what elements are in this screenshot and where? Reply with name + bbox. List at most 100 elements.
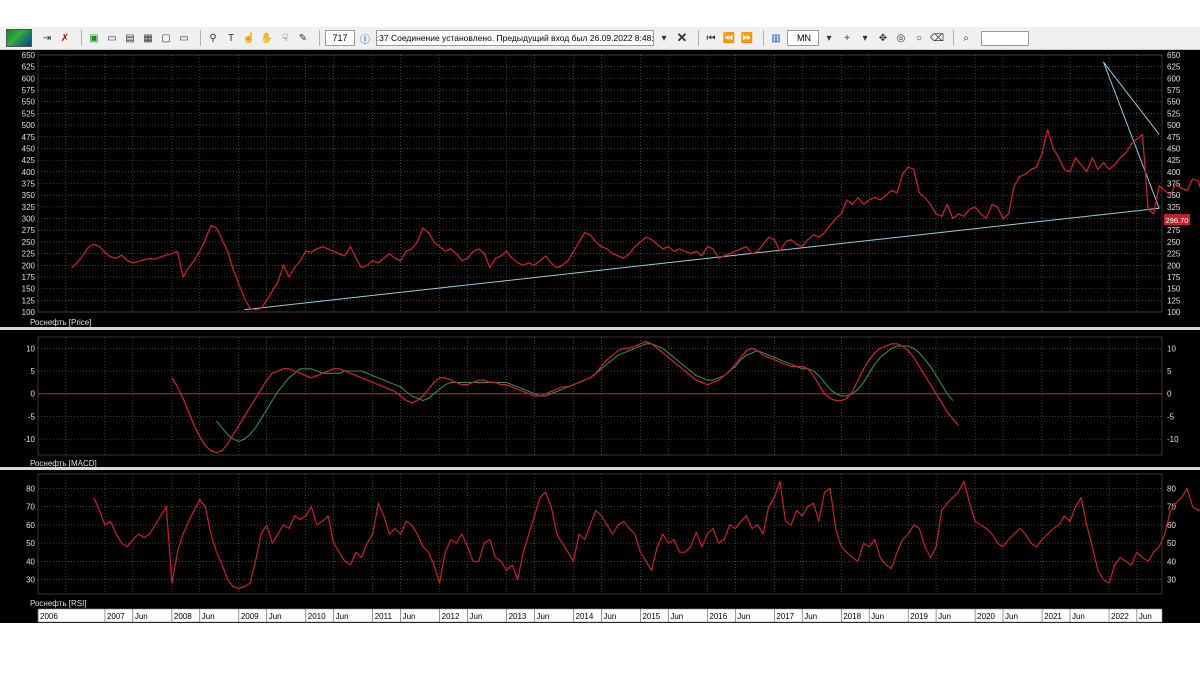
price-y-tick-right: 500: [1167, 121, 1181, 130]
price-y-tick-left: 450: [22, 144, 36, 153]
time-axis-label: 2017: [776, 612, 794, 621]
price-y-tick-right: 200: [1167, 261, 1181, 270]
macd-y-tick-right: 10: [1167, 344, 1176, 353]
macd-panel[interactable]: -10 -10 -5 -5 0 0 5 5 10 10: [23, 336, 1179, 456]
price-y-tick-left: 550: [22, 98, 36, 107]
macd-y-tick-left: 0: [31, 390, 36, 399]
time-axis-label: 2013: [509, 612, 527, 621]
price-y-tick-right: 125: [1167, 296, 1181, 305]
time-axis-label: Jun: [470, 612, 483, 621]
rsi-plot-area: [37, 473, 1163, 595]
rsi-y-tick-left: 30: [26, 575, 35, 584]
time-axis-label: Jun: [202, 612, 215, 621]
rsi-y-tick-right: 30: [1167, 575, 1176, 584]
time-axis-label: 2016: [709, 612, 727, 621]
price-y-tick-right: 100: [1167, 308, 1181, 317]
price-y-tick-right: 575: [1167, 86, 1181, 95]
time-axis-label: Jun: [737, 612, 750, 621]
time-axis-label: 2006: [40, 612, 58, 621]
price-y-tick-right: 275: [1167, 226, 1181, 235]
rsi-y-tick-right: 40: [1167, 557, 1176, 566]
price-y-tick-right: 400: [1167, 168, 1181, 177]
time-axis-label: 2011: [375, 612, 393, 621]
time-axis-label: 2008: [174, 612, 192, 621]
time-axis-label: 2009: [241, 612, 259, 621]
price-y-tick-left: 200: [22, 261, 36, 270]
rsi-y-tick-left: 40: [26, 557, 35, 566]
time-axis-label: Jun: [336, 612, 349, 621]
macd-y-tick-left: -5: [28, 412, 36, 421]
price-y-tick-left: 475: [22, 133, 36, 142]
macd-y-tick-left: 5: [31, 367, 36, 376]
time-axis-label: Jun: [1072, 612, 1085, 621]
price-y-tick-left: 650: [22, 51, 36, 60]
time-axis-label: 2021: [1044, 612, 1062, 621]
time-axis-label: Jun: [1005, 612, 1018, 621]
time-axis-label: Jun: [269, 612, 282, 621]
time-axis-label: Jun: [804, 612, 817, 621]
panel-separator: [0, 467, 1200, 470]
price-y-tick-left: 350: [22, 191, 36, 200]
price-y-tick-right: 650: [1167, 51, 1181, 60]
price-y-tick-left: 625: [22, 63, 36, 72]
price-y-tick-left: 300: [22, 215, 36, 224]
time-axis-label: Jun: [603, 612, 616, 621]
time-axis-label: Jun: [871, 612, 884, 621]
rsi-y-tick-left: 70: [26, 503, 35, 512]
rsi-y-tick-right: 60: [1167, 521, 1176, 530]
time-axis-label: 2010: [308, 612, 326, 621]
rsi-y-tick-left: 80: [26, 485, 35, 494]
macd-y-tick-right: 0: [1167, 390, 1172, 399]
price-y-tick-left: 250: [22, 238, 36, 247]
rsi-panel[interactable]: 30 3040 4050 5060 6070 7080 80: [26, 473, 1200, 595]
price-y-tick-right: 525: [1167, 109, 1181, 118]
price-y-tick-left: 175: [22, 273, 36, 282]
price-y-tick-left: 325: [22, 203, 36, 212]
price-y-tick-left: 425: [22, 156, 36, 165]
price-y-tick-left: 150: [22, 285, 36, 294]
rsi-y-tick-left: 50: [26, 539, 35, 548]
time-axis-label: 2020: [977, 612, 995, 621]
time-axis-label: 2014: [576, 612, 594, 621]
price-y-tick-left: 500: [22, 121, 36, 130]
panel-separator: [0, 327, 1200, 330]
price-y-tick-right: 350: [1167, 191, 1181, 200]
macd-y-tick-left: -10: [23, 435, 35, 444]
time-axis-label: 2015: [642, 612, 660, 621]
time-axis-label: Jun: [1139, 612, 1152, 621]
macd-plot-area: [37, 336, 1163, 456]
chart-canvas: 100 100125 125150 150175 175200 200225 225250 2…: [0, 51, 1200, 623]
rsi-y-tick-right: 80: [1167, 485, 1176, 494]
price-y-tick-left: 525: [22, 109, 36, 118]
macd-legend: Роснефть [MACD]: [30, 459, 97, 468]
price-y-tick-right: 150: [1167, 285, 1181, 294]
price-y-tick-left: 125: [22, 296, 36, 305]
price-y-tick-left: 600: [22, 74, 36, 83]
price-legend: Роснефть [Price]: [30, 318, 91, 327]
price-y-tick-left: 225: [22, 250, 36, 259]
last-price-badge-label: 296.70: [1166, 216, 1189, 225]
time-axis-label: 2012: [442, 612, 460, 621]
time-axis-label: 2019: [910, 612, 928, 621]
price-y-tick-left: 100: [22, 308, 36, 317]
price-y-tick-right: 425: [1167, 156, 1181, 165]
price-y-tick-right: 550: [1167, 98, 1181, 107]
rsi-y-tick-left: 60: [26, 521, 35, 530]
price-y-tick-right: 625: [1167, 63, 1181, 72]
time-axis-label: Jun: [135, 612, 148, 621]
price-y-tick-right: 475: [1167, 133, 1181, 142]
macd-y-tick-right: -5: [1167, 412, 1175, 421]
rsi-legend: Роснефть [RSI]: [30, 599, 87, 608]
macd-y-tick-right: -10: [1167, 435, 1179, 444]
price-panel[interactable]: 100 100 125 125 150 150 175 175 200 200 225 225 250 2…: [22, 51, 1200, 317]
price-y-tick-left: 375: [22, 180, 36, 189]
time-axis-label: 2007: [107, 612, 125, 621]
time-axis-label: Jun: [938, 612, 951, 621]
price-y-tick-left: 275: [22, 226, 36, 235]
rsi-y-tick-right: 50: [1167, 539, 1176, 548]
time-axis-label: Jun: [670, 612, 683, 621]
price-y-tick-left: 400: [22, 168, 36, 177]
time-axis-label: 2022: [1111, 612, 1129, 621]
macd-y-tick-right: 5: [1167, 367, 1172, 376]
macd-y-tick-left: 10: [26, 344, 35, 353]
